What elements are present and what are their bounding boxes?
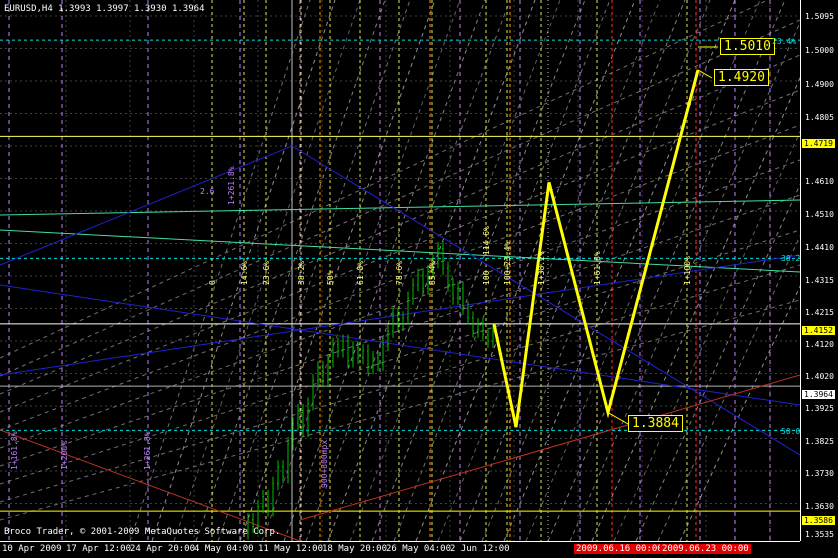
fib-label-382: 38.2 <box>781 254 801 263</box>
vfib-label-1-618: 1+61.8% <box>593 251 602 285</box>
vfib-label-50: 50% <box>326 270 335 285</box>
price-tick: 1.4610 <box>805 177 834 186</box>
time-axis[interactable]: 10 Apr 2009 17 Apr 12:00 24 Apr 20:00 4 … <box>0 541 800 558</box>
callout-connector <box>607 412 629 425</box>
vfib-label-1-382: 1+38.2% <box>537 251 546 285</box>
vfib-label-854: 85.4% <box>428 260 437 285</box>
time-tick: 26 May 04:00 <box>386 544 452 554</box>
trend-line-blue <box>0 145 800 456</box>
trend-line-green <box>0 199 800 216</box>
vfib-label-1-100: 1+100% <box>683 256 692 285</box>
fan-line-horizontal <box>0 159 800 449</box>
copyright-text: Broco Trader, © 2001-2009 MetaQuotes Sof… <box>4 527 281 537</box>
time-tick: 18 May 20:00 <box>322 544 388 554</box>
price-tick: 1.4315 <box>805 276 834 285</box>
fan-line-horizontal <box>0 54 800 395</box>
callout-target: 1.4920 <box>714 69 769 86</box>
vfib-label-1146: 114.6% <box>482 226 491 255</box>
price-tick: 1.4900 <box>805 80 834 89</box>
time-tag-marker: 2009.06.23 00:00 <box>660 544 751 554</box>
time-tick: 10 Apr 2009 <box>2 544 62 554</box>
vfib-label-146: 14.6% <box>240 260 249 285</box>
vfib-label-786: 78.6% <box>395 260 404 285</box>
price-tick: 1.4020 <box>805 372 834 381</box>
callout-target-high: 1.5010 <box>720 38 775 55</box>
price-tag-level: 1.3586 <box>802 516 835 525</box>
price-tick: 1.5095 <box>805 12 834 21</box>
fan-label-1618: 1+161.8% <box>10 431 19 470</box>
price-tag-level: 1.4719 <box>802 139 835 148</box>
time-tick: 2 Jun 12:00 <box>450 544 510 554</box>
trend-line-red <box>299 374 800 521</box>
fib-label-234: 23.4% <box>772 37 797 46</box>
chart-window[interactable]: EURUSD,H4 1.3993 1.3997 1.3930 1.3964 Br… <box>0 0 838 558</box>
fan-line-horizontal <box>0 19 800 377</box>
vfib-label-382: 38.2% <box>297 260 306 285</box>
vfib-label-0: 0 <box>208 280 217 285</box>
price-tick: 1.3630 <box>805 502 834 511</box>
time-tick: 24 Apr 20:00 <box>130 544 196 554</box>
vfib-label-236: 23.6% <box>262 260 271 285</box>
price-tick: 1.4410 <box>805 243 834 252</box>
price-tick: 1.4215 <box>805 308 834 317</box>
fan-label-2618-top: 1+261.8% <box>227 166 236 205</box>
time-tick: 4 May 04:00 <box>194 544 254 554</box>
price-tag-current: 1.3964 <box>802 390 835 399</box>
price-tick: 1.3535 <box>805 530 834 539</box>
fan-label-26: 2.6 <box>200 187 215 196</box>
fan-label-200: 1+200% <box>60 441 69 470</box>
price-tick: 1.4120 <box>805 340 834 349</box>
fan-label-mpx: 900+800mpx <box>320 439 329 488</box>
price-tag-level: 1.4152 <box>802 326 835 335</box>
time-tick: 11 May 12:00 <box>258 544 324 554</box>
price-tick: 1.5000 <box>805 46 834 55</box>
price-tick: 1.3730 <box>805 469 834 478</box>
time-tag-marker: 2009.06.16 00:00 <box>574 544 665 554</box>
price-tick: 1.4805 <box>805 113 834 122</box>
price-tick: 1.3925 <box>805 404 834 413</box>
price-tick: 1.4510 <box>805 210 834 219</box>
fib-label-500: 50.0 <box>781 427 801 436</box>
fan-line-horizontal <box>0 264 800 503</box>
callout-low: 1.3884 <box>628 415 683 432</box>
fan-label-2618-low: 1+261.8% <box>143 431 152 470</box>
vfib-label-618: 61.8% <box>356 260 365 285</box>
price-axis[interactable]: 1.5095 1.5000 1.4900 1.4805 1.4610 1.451… <box>800 0 838 541</box>
price-tick: 1.3825 <box>805 437 834 446</box>
projection-wave <box>492 46 718 428</box>
chart-title: EURUSD,H4 1.3993 1.3997 1.3930 1.3964 <box>4 4 205 14</box>
trend-line-blue <box>0 284 800 406</box>
vfib-label-100: 100 <box>482 270 491 285</box>
vfib-label-100-234: 100+23.4% <box>503 241 512 285</box>
time-tick: 17 Apr 12:00 <box>66 544 132 554</box>
